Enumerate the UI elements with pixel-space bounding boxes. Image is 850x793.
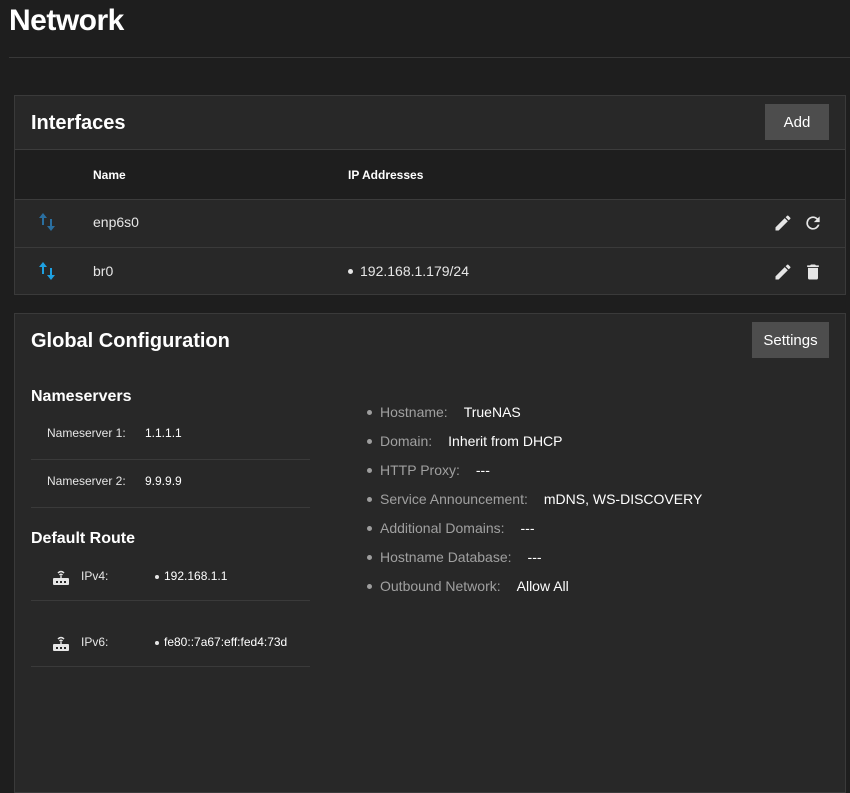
column-header-ip-addresses[interactable]: IP Addresses: [348, 168, 423, 182]
bullet-dot: [367, 438, 372, 444]
global-configuration-title: Global Configuration: [31, 330, 230, 352]
column-header-name[interactable]: Name: [93, 168, 126, 182]
bullet-dot: [367, 467, 372, 473]
detail-key: Outbound Network:: [380, 578, 501, 594]
interfaces-table-header: Name IP Addresses: [15, 149, 845, 200]
nameserver-value: 9.9.9.9: [145, 474, 182, 488]
interfaces-card: Interfaces Add Name IP Addresses enp6s0 …: [14, 95, 846, 295]
table-row-br0[interactable]: br0 192.168.1.179/24: [15, 248, 845, 296]
detail-key: Additional Domains:: [380, 520, 505, 536]
detail-key: Hostname Database:: [380, 549, 512, 565]
router-icon: [53, 636, 69, 651]
add-interface-button[interactable]: Add: [765, 104, 829, 140]
detail-value: Inherit from DHCP: [448, 433, 563, 449]
edit-icon[interactable]: [773, 213, 793, 233]
detail-http-proxy: HTTP Proxy: ---: [367, 462, 490, 480]
nameservers-heading: Nameservers: [31, 388, 132, 405]
nameserver-label: Nameserver 2:: [47, 474, 126, 488]
route-value: 192.168.1.1: [164, 569, 228, 583]
interface-ip-address: 192.168.1.179/24: [348, 263, 469, 279]
interfaces-title: Interfaces: [31, 112, 126, 134]
detail-value: ---: [520, 520, 535, 536]
detail-hostname: Hostname: TrueNAS: [367, 404, 521, 422]
detail-key: Hostname:: [380, 404, 448, 420]
detail-key: Domain:: [380, 433, 433, 449]
detail-hostname-database: Hostname Database: ---: [367, 549, 542, 567]
bullet-dot: [155, 641, 159, 645]
interface-name: br0: [93, 263, 114, 279]
bullet-dot: [155, 575, 159, 579]
bullet-dot: [348, 268, 353, 274]
interface-name: enp6s0: [93, 214, 139, 230]
title-divider: [9, 57, 850, 58]
bullet-dot: [367, 409, 372, 415]
router-icon: [53, 570, 69, 585]
swap-vertical-icon: [39, 213, 55, 231]
bullet-dot: [367, 525, 372, 531]
nameserver-value: 1.1.1.1: [145, 426, 182, 440]
bullet-dot: [367, 496, 372, 502]
delete-icon[interactable]: [803, 262, 823, 282]
global-configuration-card: Global Configuration Settings Nameserver…: [14, 313, 846, 793]
detail-key: HTTP Proxy:: [380, 462, 460, 478]
route-value: fe80::7a67:eff:fed4:73d: [164, 635, 288, 649]
detail-key: Service Announcement:: [380, 491, 528, 507]
detail-value: mDNS, WS-DISCOVERY: [543, 491, 703, 507]
default-route-row: IPv4: 192.168.1.1: [31, 534, 310, 601]
refresh-icon[interactable]: [803, 213, 823, 233]
bullet-dot: [367, 583, 372, 589]
detail-value: Allow All: [516, 578, 569, 594]
detail-additional-domains: Additional Domains: ---: [367, 520, 535, 538]
settings-button[interactable]: Settings: [752, 322, 829, 358]
swap-vertical-icon: [39, 262, 55, 280]
detail-outbound-network: Outbound Network: Allow All: [367, 578, 569, 596]
detail-value: TrueNAS: [463, 404, 521, 420]
detail-service-announcement: Service Announcement: mDNS, WS-DISCOVERY: [367, 491, 702, 509]
nameserver-row: Nameserver 1: 1.1.1.1: [31, 411, 310, 460]
route-label: IPv4:: [81, 569, 109, 583]
page-title: Network: [9, 4, 124, 37]
detail-value: ---: [475, 462, 490, 478]
nameserver-row: Nameserver 2: 9.9.9.9: [31, 459, 310, 508]
edit-icon[interactable]: [773, 262, 793, 282]
nameserver-label: Nameserver 1:: [47, 426, 126, 440]
detail-value: ---: [527, 549, 542, 565]
table-row-enp6s0[interactable]: enp6s0: [15, 199, 845, 248]
ip-address-text: 192.168.1.179/24: [360, 263, 469, 279]
default-route-row: IPv6: fe80::7a67:eff:fed4:73d: [31, 600, 310, 667]
detail-domain: Domain: Inherit from DHCP: [367, 433, 563, 451]
bullet-dot: [367, 554, 372, 560]
route-label: IPv6:: [81, 635, 109, 649]
